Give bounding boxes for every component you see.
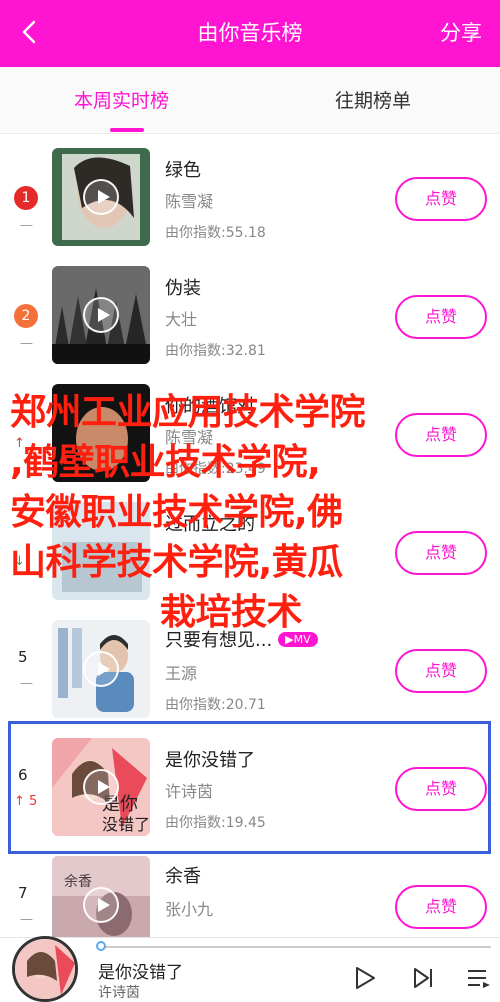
- artist-name: 陈雪凝: [165, 428, 214, 447]
- mv-badge[interactable]: ▶MV: [278, 632, 318, 647]
- album-cover[interactable]: [52, 620, 150, 718]
- trend-indicator: —: [20, 336, 33, 351]
- like-button[interactable]: 点赞: [395, 649, 487, 693]
- album-cover[interactable]: 余香: [52, 856, 150, 937]
- rank-number: 7: [18, 884, 28, 902]
- song-title: 你的酒馆对: [165, 396, 255, 417]
- album-cover[interactable]: [52, 502, 150, 600]
- artist-name: 张小九: [165, 900, 214, 919]
- svg-text:余香: 余香: [64, 873, 92, 890]
- like-button[interactable]: 点赞: [395, 885, 487, 929]
- popularity-index: 由你指数:20.71: [165, 697, 266, 713]
- song-title: 只要有想见... ▶MV: [165, 626, 318, 652]
- like-button[interactable]: 点赞: [395, 531, 487, 575]
- song-title: 余香: [165, 866, 201, 887]
- popularity-index: 由你指数:23.49: [165, 461, 266, 477]
- artist-name: 陈雪凝: [165, 192, 214, 211]
- song-row[interactable]: ↑ 你的酒馆对 陈雪凝 由你指数:23.49 点赞: [0, 384, 500, 502]
- album-cover[interactable]: [52, 148, 150, 246]
- rank-badge: 1: [14, 186, 38, 210]
- trend-indicator: —: [20, 676, 33, 691]
- album-cover[interactable]: [52, 384, 150, 482]
- play-icon[interactable]: [83, 651, 119, 687]
- play-icon[interactable]: [352, 965, 378, 991]
- trend-indicator: —: [20, 912, 33, 927]
- progress-track[interactable]: [101, 946, 491, 948]
- active-tab-indicator: [110, 128, 144, 132]
- song-title: 伪装: [165, 278, 201, 299]
- trend-indicator: —: [20, 218, 33, 233]
- cover-art: [52, 384, 150, 482]
- tab-bar: 本周实时榜 往期榜单: [0, 67, 500, 134]
- rank-badge: 2: [14, 304, 38, 328]
- like-button[interactable]: 点赞: [395, 295, 487, 339]
- song-row[interactable]: 7 — 余香 余香 张小九 点赞: [0, 856, 500, 937]
- mini-player[interactable]: 是你没错了 许诗茵: [0, 936, 500, 1002]
- selection-highlight: [8, 721, 491, 854]
- now-playing-cover[interactable]: [12, 936, 78, 1002]
- popularity-index: 由你指数:55.18: [165, 225, 266, 241]
- skip-next-icon[interactable]: [410, 965, 436, 991]
- cover-art: [52, 502, 150, 600]
- like-button[interactable]: 点赞: [395, 177, 487, 221]
- rank-number: 5: [18, 648, 28, 666]
- song-row[interactable]: 2 — 伪装 大壮 由你指数:32.81 点赞: [0, 266, 500, 384]
- like-button[interactable]: 点赞: [395, 413, 487, 457]
- play-icon[interactable]: [83, 887, 119, 923]
- playlist-icon[interactable]: [466, 965, 492, 991]
- now-playing-artist: 许诗茵: [98, 985, 140, 1001]
- play-icon[interactable]: [83, 297, 119, 333]
- cover-art: [15, 939, 75, 999]
- artist-name: 大壮: [165, 310, 198, 329]
- trend-indicator: ↑: [14, 436, 25, 451]
- song-title: 绿色: [165, 160, 201, 181]
- trend-indicator: ↓: [14, 554, 25, 569]
- artist-name: 王源: [165, 664, 198, 683]
- share-button[interactable]: 分享: [440, 0, 482, 67]
- page-title: 由你音乐榜: [197, 21, 303, 45]
- now-playing-title: 是你没错了: [98, 963, 183, 983]
- song-row[interactable]: 1 — 绿色 陈雪凝 由你指数:55.18 点赞: [0, 148, 500, 266]
- tab-this-week[interactable]: 本周实时榜: [74, 67, 169, 133]
- progress-knob[interactable]: [96, 941, 106, 951]
- tab-past-charts[interactable]: 往期榜单: [335, 67, 411, 133]
- popularity-index: 由你指数:32.81: [165, 343, 266, 359]
- song-title: 过而立之的: [165, 514, 255, 535]
- album-cover[interactable]: [52, 266, 150, 364]
- song-row[interactable]: ↓ 过而立之的 点赞: [0, 502, 500, 620]
- top-bar: 由你音乐榜 分享: [0, 0, 500, 67]
- play-icon[interactable]: [83, 179, 119, 215]
